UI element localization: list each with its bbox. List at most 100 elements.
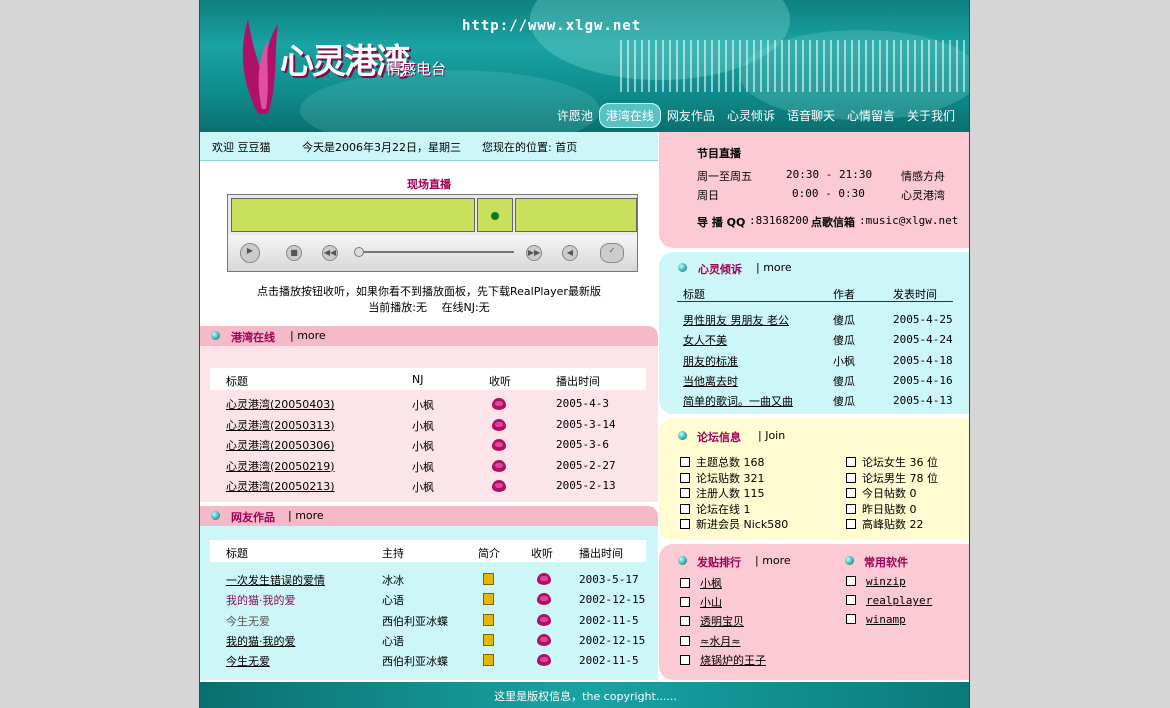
status-dot-icon (491, 212, 499, 220)
intro-note-icon[interactable] (483, 654, 494, 669)
intro-note-icon[interactable] (483, 633, 494, 649)
harbor-more-link[interactable]: | more (290, 329, 326, 342)
ranking-title[interactable]: 发贴排行 (697, 554, 741, 570)
ranking-more-link[interactable]: | more (755, 554, 791, 567)
ranking-user-link[interactable]: 小枫 (700, 577, 722, 590)
nav-item[interactable]: 港湾在线 (598, 103, 661, 128)
checkbox-icon (680, 597, 690, 608)
intro-note-icon[interactable] (483, 573, 494, 588)
nav-item[interactable]: 心灵倾诉 (721, 103, 781, 128)
confide-row-title[interactable]: 简单的歌词。一曲又曲 (683, 393, 793, 409)
listen-heart-icon[interactable] (492, 439, 506, 454)
stop-icon[interactable]: ■ (286, 245, 302, 261)
schedule-show: 情感方舟 (901, 170, 945, 183)
listen-heart-icon[interactable] (492, 398, 506, 413)
confide-row-title[interactable]: 女人不美 (683, 332, 727, 348)
works-table-header: 标题 主持 简介 收听 播出时间 (210, 540, 646, 562)
software-link[interactable]: realplayer (866, 594, 932, 607)
software-item: winzip (846, 575, 906, 588)
forum-stat: 主题总数 168 (680, 454, 765, 470)
current-date: 今天是2006年3月22日，星期三 (302, 141, 461, 154)
listen-heart-icon[interactable] (537, 613, 551, 629)
player-status (477, 198, 513, 232)
confide-row-date: 2005-4-25 (893, 313, 953, 326)
works-row-title[interactable]: 今生无爱 (226, 613, 270, 629)
harbor-row-nj: 小枫 (412, 440, 434, 453)
seek-handle[interactable] (354, 247, 364, 257)
harbor-row-title[interactable]: 心灵港湾(20050403) (226, 396, 335, 412)
forum-join-link[interactable]: | Join (758, 429, 785, 442)
logo-subtitle: 情感电台 (386, 60, 447, 78)
forum-stat-text: 高峰贴数 22 (862, 518, 924, 531)
works-title[interactable]: 网友作品 (231, 509, 275, 525)
listen-heart-icon[interactable] (537, 593, 551, 608)
realplayer-logo-icon[interactable]: ✓ (600, 243, 624, 263)
mail-address: :music@xlgw.net (859, 214, 959, 227)
works-row-host: 心语 (382, 594, 404, 608)
confide-row-title[interactable]: 男性朋友 男朋友 老公 (683, 312, 789, 328)
checkbox-icon (846, 519, 856, 529)
checkbox-icon (846, 472, 856, 483)
bullet-icon (678, 431, 687, 440)
col-listen: 收听 (531, 547, 553, 560)
software-title: 常用软件 (864, 556, 908, 569)
listen-heart-icon[interactable] (492, 459, 506, 475)
nav-item[interactable]: 关于我们 (901, 103, 961, 128)
works-row-host: 西伯利亚冰蝶 (382, 655, 448, 669)
nav-item[interactable]: 语音聊天 (781, 103, 841, 128)
breadcrumb: 您现在的位置: 首页 (482, 141, 578, 154)
works-row-title[interactable]: 今生无爱 (226, 653, 270, 669)
harbor-row-date: 2005-2-13 (556, 479, 616, 492)
harbor-row-title[interactable]: 心灵港湾(20050219) (226, 458, 335, 474)
confide-row-author: 小枫 (833, 354, 855, 368)
seek-slider[interactable] (354, 247, 514, 257)
forward-icon[interactable]: ▶▶ (526, 245, 542, 261)
forum-title[interactable]: 论坛信息 (697, 429, 741, 445)
works-row-title[interactable]: 我的猫·我的爱 (226, 633, 296, 649)
confide-more-link[interactable]: | more (756, 261, 792, 274)
ranking-user-link[interactable]: 透明宝贝 (700, 615, 744, 628)
harbor-row-title[interactable]: 心灵港湾(20050306) (226, 437, 335, 453)
harbor-title[interactable]: 港湾在线 (231, 329, 275, 345)
works-more-link[interactable]: | more (288, 509, 324, 522)
checkbox-icon (846, 488, 856, 498)
software-link[interactable]: winamp (866, 613, 906, 626)
harbor-section-header: 港湾在线 | more (200, 326, 658, 346)
ranking-user-link[interactable]: 烧锅炉的王子 (700, 654, 766, 667)
works-row-title[interactable]: 我的猫·我的爱 (226, 592, 296, 608)
software-link[interactable]: winzip (866, 575, 906, 588)
listen-heart-icon[interactable] (537, 573, 551, 588)
ranking-user-link[interactable]: ≈水月≈ (700, 635, 740, 648)
confide-title[interactable]: 心灵倾诉 (698, 261, 742, 277)
checkbox-icon (680, 457, 690, 467)
schedule-time: 0:00 - 0:30 (792, 187, 865, 200)
harbor-row-title[interactable]: 心灵港湾(20050213) (226, 478, 335, 494)
nav-item[interactable]: 网友作品 (661, 103, 721, 128)
intro-note-icon[interactable] (483, 593, 494, 608)
ranking-user-link[interactable]: 小山 (700, 596, 722, 609)
play-icon[interactable]: ▶ (240, 243, 260, 263)
listen-heart-icon[interactable] (537, 654, 551, 669)
harbor-table-header: 标题 NJ 收听 播出时间 (210, 368, 646, 390)
rewind-icon[interactable]: ◀◀ (322, 245, 338, 261)
confide-row-title[interactable]: 朋友的标准 (683, 353, 738, 369)
volume-icon[interactable]: ◀ (562, 245, 578, 261)
nav-item[interactable]: 心情留言 (841, 103, 901, 128)
listen-heart-icon[interactable] (537, 633, 551, 649)
player-controls: ▶ ■ ◀◀ ▶▶ ◀ ✓ (228, 235, 637, 271)
confide-panel: 心灵倾诉 | more 标题 作者 发表时间 男性朋友 男朋友 老公 傻瓜 2005… (659, 252, 969, 414)
player-info: 点击播放按钮收听，如果你看不到播放面板，先下载RealPlayer最新版 当前播… (200, 284, 658, 316)
works-row-title[interactable]: 一次发生错误的爱情 (226, 572, 325, 588)
main-nav: 许愿池 港湾在线 网友作品 心灵倾诉 语音聊天 心情留言 关于我们 (551, 103, 961, 128)
listen-heart-icon[interactable] (492, 480, 506, 495)
forum-stat: 论坛贴数 321 (680, 470, 765, 486)
nav-item[interactable]: 许愿池 (551, 103, 599, 128)
harbor-row-title[interactable]: 心灵港湾(20050313) (226, 417, 335, 433)
confide-row-title[interactable]: 当他离去时 (683, 373, 738, 389)
intro-note-icon[interactable] (483, 613, 494, 629)
checkbox-icon (680, 503, 690, 514)
checkbox-icon (846, 503, 856, 514)
listen-heart-icon[interactable] (492, 418, 506, 434)
works-row-host: 西伯利亚冰蝶 (382, 614, 448, 628)
site-url: http://www.xlgw.net (462, 18, 642, 34)
